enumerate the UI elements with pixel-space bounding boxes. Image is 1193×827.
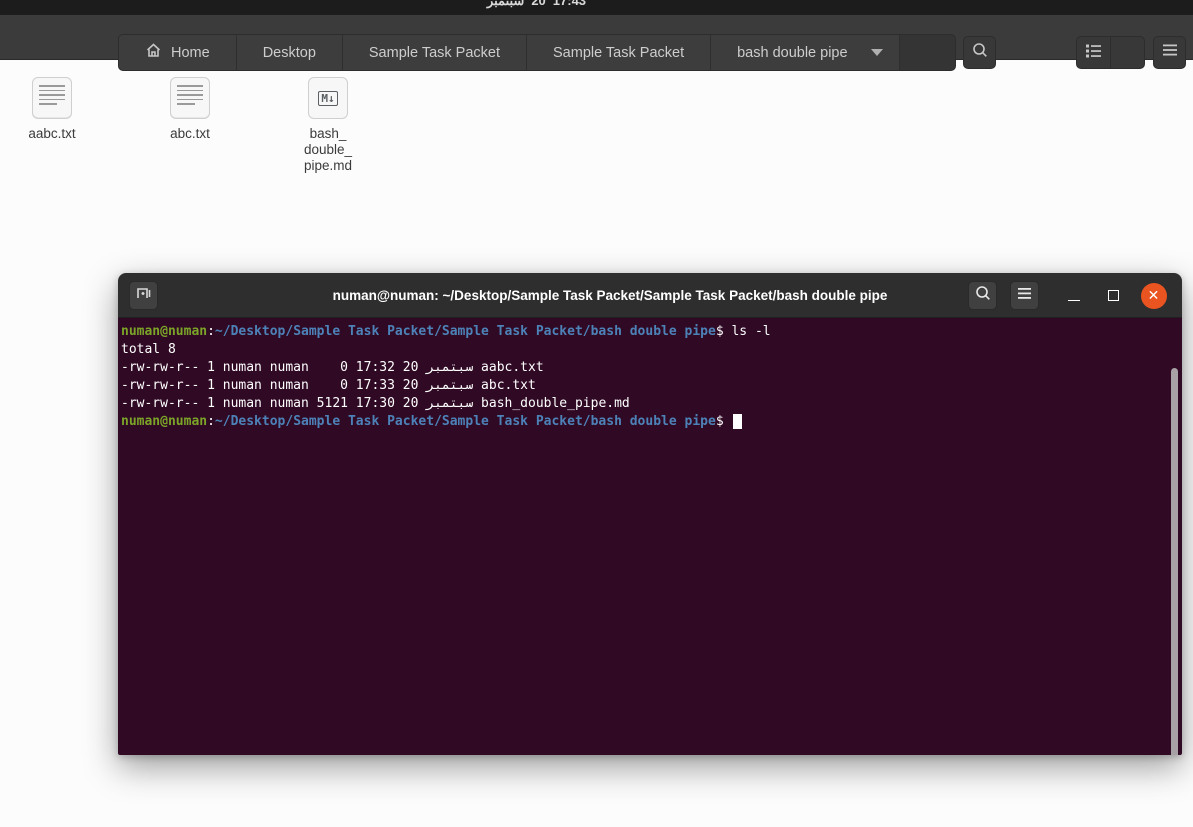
terminal-output-row: -rw-rw-r-- 1 numan numan 0 17:32 20 سبتم… xyxy=(121,360,544,375)
terminal-output-total: total 8 xyxy=(121,342,176,357)
terminal-titlebar[interactable]: numan@numan: ~/Desktop/Sample Task Packe… xyxy=(118,273,1182,318)
breadcrumb: Home Desktop Sample Task Packet Sample T… xyxy=(118,34,956,71)
new-tab-button[interactable] xyxy=(129,281,158,310)
file-item-aabc-txt[interactable]: aabc.txt xyxy=(0,77,107,142)
new-tab-icon xyxy=(136,285,152,306)
prompt-path: ~/Desktop/Sample Task Packet/Sample Task… xyxy=(214,324,716,339)
terminal-scrollbar[interactable] xyxy=(1171,368,1178,755)
prompt-colon: : xyxy=(207,414,215,429)
close-icon: ✕ xyxy=(1140,282,1167,309)
close-button[interactable]: ✕ xyxy=(1140,282,1167,309)
prompt-user: numan@numan xyxy=(121,324,208,339)
system-clock[interactable]: سبتمبر 20 17:43 xyxy=(0,0,1073,9)
text-file-icon xyxy=(170,77,210,119)
file-item-abc-txt[interactable]: abc.txt xyxy=(135,77,245,142)
terminal-window: numan@numan: ~/Desktop/Sample Task Packe… xyxy=(118,273,1182,755)
system-top-bar: سبتمبر 20 17:43 xyxy=(0,0,1193,15)
breadcrumb-sample-task-packet-1[interactable]: Sample Task Packet xyxy=(342,35,527,70)
breadcrumb-desktop[interactable]: Desktop xyxy=(236,35,343,70)
file-label: aabc.txt xyxy=(28,126,76,141)
text-file-icon xyxy=(32,77,72,119)
list-view-icon xyxy=(1085,43,1102,63)
view-options-button[interactable] xyxy=(1111,37,1144,68)
maximize-button[interactable] xyxy=(1100,282,1127,309)
file-item-bash-double-pipe-md[interactable]: M↓ bash_ double_ pipe.md xyxy=(273,77,383,174)
markdown-file-icon: M↓ xyxy=(308,77,348,119)
clock-month: سبتمبر xyxy=(486,0,525,8)
window-menu-button[interactable] xyxy=(1153,36,1186,69)
prompt-user: numan@numan xyxy=(121,414,208,429)
pathbar-filler xyxy=(899,35,955,70)
breadcrumb-sample-task-packet-2-label: Sample Task Packet xyxy=(553,44,685,61)
minimize-button[interactable] xyxy=(1060,282,1087,309)
home-icon xyxy=(145,42,162,63)
list-view-button[interactable] xyxy=(1077,37,1111,68)
terminal-command: ls -l xyxy=(723,324,771,339)
prompt-path: ~/Desktop/Sample Task Packet/Sample Task… xyxy=(214,414,716,429)
prompt-dollar: $ xyxy=(715,324,724,339)
terminal-window-title: numan@numan: ~/Desktop/Sample Task Packe… xyxy=(332,287,888,303)
search-button[interactable] xyxy=(963,36,996,69)
clock-day: 20 xyxy=(531,0,546,8)
breadcrumb-sample-task-packet-2[interactable]: Sample Task Packet xyxy=(527,35,712,70)
markdown-badge: M↓ xyxy=(318,90,338,106)
breadcrumb-bash-double-pipe-label: bash double pipe xyxy=(737,44,848,61)
maximize-icon xyxy=(1108,290,1119,301)
terminal-cursor xyxy=(732,414,742,429)
chevron-down-icon[interactable] xyxy=(870,49,883,56)
search-icon xyxy=(974,284,992,307)
prompt-colon: : xyxy=(207,324,215,339)
search-icon xyxy=(971,41,989,64)
file-label: bash_ double_ pipe.md xyxy=(303,126,353,173)
breadcrumb-sample-task-packet-1-label: Sample Task Packet xyxy=(368,44,500,61)
breadcrumb-home-label: Home xyxy=(171,44,210,61)
terminal-prompt-line: numan@numan:~/Desktop/Sample Task Packet… xyxy=(121,413,1168,431)
view-toggle-group xyxy=(1076,36,1145,69)
prompt-dollar: $ xyxy=(715,414,724,429)
terminal-output-row: -rw-rw-r-- 1 numan numan 0 17:33 20 سبتم… xyxy=(121,378,536,393)
breadcrumb-home[interactable]: Home xyxy=(119,35,237,70)
terminal-output-row: -rw-rw-r-- 1 numan numan 5121 17:30 20 س… xyxy=(121,396,630,411)
breadcrumb-bash-double-pipe[interactable]: bash double pipe xyxy=(711,35,900,70)
terminal-menu-button[interactable] xyxy=(1010,281,1039,310)
terminal-search-button[interactable] xyxy=(968,281,997,310)
hamburger-menu-icon xyxy=(1017,287,1032,305)
file-label: abc.txt xyxy=(170,126,210,141)
hamburger-menu-icon xyxy=(1162,43,1178,62)
minimize-icon xyxy=(1067,300,1080,301)
terminal-body[interactable]: numan@numan:~/Desktop/Sample Task Packet… xyxy=(118,318,1182,755)
clock-time: 17:43 xyxy=(552,0,587,8)
breadcrumb-desktop-label: Desktop xyxy=(262,44,316,61)
file-manager-toolbar: Home Desktop Sample Task Packet Sample T… xyxy=(0,15,1193,71)
terminal-prompt-line: numan@numan:~/Desktop/Sample Task Packet… xyxy=(121,323,1168,341)
